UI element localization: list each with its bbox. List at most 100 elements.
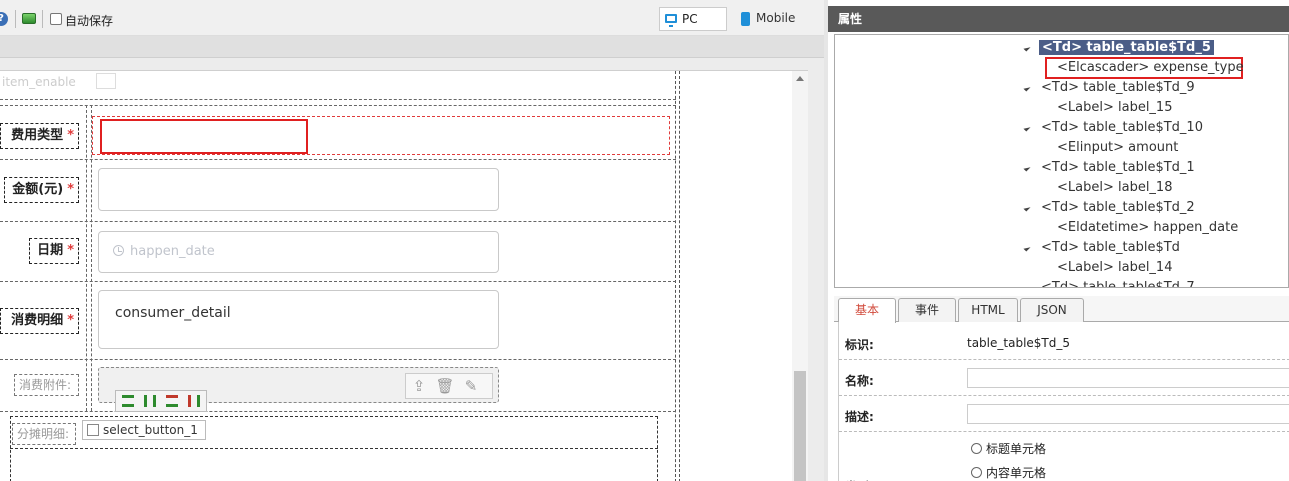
select-button[interactable]: select_button_1 xyxy=(82,420,206,440)
properties-header: 属性 xyxy=(828,6,1289,32)
prop-name-label: 名称: xyxy=(845,374,874,388)
field-label-expense-type: 费用类型 * xyxy=(0,123,79,149)
expand-arrow-icon[interactable] xyxy=(1023,284,1031,287)
panel-splitter[interactable] xyxy=(824,0,828,481)
tree-node-expense-type[interactable]: <Elcascader> expense_type xyxy=(1045,57,1244,79)
split-detail-label: 分摊明细: xyxy=(12,423,76,445)
tree-node-label: <Label> label_15 xyxy=(1057,100,1173,115)
tree-node-label: <Elinput> amount xyxy=(1057,140,1179,155)
tree-node-td7[interactable]: <Td> table_table$Td_7 xyxy=(1023,279,1195,288)
expand-arrow-icon[interactable] xyxy=(1023,204,1031,212)
preview-icon[interactable] xyxy=(22,13,36,24)
prop-name-input[interactable] xyxy=(967,368,1289,388)
prop-desc-input[interactable] xyxy=(967,404,1289,424)
tree-node-label: <Td> table_table$Td_5 xyxy=(1039,40,1214,55)
tree-node-td10[interactable]: <Td> table_table$Td_10 xyxy=(1023,119,1203,137)
row-divider xyxy=(0,281,676,282)
happen-date-picker[interactable]: happen_date xyxy=(98,231,499,273)
field-label-date: 日期 * xyxy=(29,238,79,264)
autosave-checkbox[interactable] xyxy=(50,13,62,25)
phone-icon[interactable] xyxy=(741,12,750,26)
column-divider xyxy=(86,105,87,411)
mobile-view-label[interactable]: Mobile xyxy=(756,11,795,25)
tree-node-happen-date[interactable]: <Eldatetime> happen_date xyxy=(1057,219,1238,237)
tree-node-label: <Td> table_table$Td_10 xyxy=(1041,120,1203,135)
radio-title-cell[interactable]: 标题单元格 xyxy=(971,440,1046,457)
monitor-icon xyxy=(665,14,677,27)
autosave-label: 自动保存 xyxy=(65,14,114,28)
tree-node-label: <Label> label_14 xyxy=(1057,260,1173,275)
tree-node-label18[interactable]: <Label> label_18 xyxy=(1057,179,1172,197)
tree-node-label: <Td> table_table$Td_7 xyxy=(1041,280,1195,288)
tree-node-label: <Td> table_table$Td_9 xyxy=(1041,80,1195,95)
prop-row-type: 类型 标题单元格 内容单元格 xyxy=(839,432,1289,481)
amount-input[interactable] xyxy=(98,168,499,211)
prop-row-name: 名称: xyxy=(839,360,1289,396)
scroll-up-arrow-icon[interactable] xyxy=(796,76,804,81)
align-justify-icon[interactable] xyxy=(188,395,200,407)
expense-type-cascader[interactable] xyxy=(100,119,308,154)
date-placeholder: happen_date xyxy=(130,244,215,259)
consumer-detail-textarea[interactable]: consumer_detail xyxy=(98,290,499,349)
radio-icon xyxy=(971,467,982,478)
pc-view-tab[interactable]: PC xyxy=(659,7,727,31)
select-button-label: select_button_1 xyxy=(103,423,198,437)
component-tree: <Td> table_table$Td_5 <Elcascader> expen… xyxy=(834,34,1289,288)
tree-node-td[interactable]: <Td> table_table$Td xyxy=(1023,239,1180,257)
tree-node-label14[interactable]: <Label> label_14 xyxy=(1057,259,1172,277)
align-center-icon[interactable] xyxy=(144,395,156,407)
prop-row-id: 标识: table_table$Td_5 xyxy=(839,322,1289,360)
field-label-consumer-detail: 消费明细 * xyxy=(0,308,79,334)
tree-node-label15[interactable]: <Label> label_15 xyxy=(1057,99,1172,117)
tab-events[interactable]: 事件 xyxy=(898,298,956,322)
tree-node-amount[interactable]: <Elinput> amount xyxy=(1057,139,1178,157)
clock-icon xyxy=(113,245,124,256)
field-label-amount: 金额(元) * xyxy=(4,177,79,203)
row-divider xyxy=(0,105,676,106)
tree-node-label: <Eldatetime> happen_date xyxy=(1057,220,1239,235)
row-divider xyxy=(0,359,676,360)
attachment-actions: ⇪ 🗑 ✎ xyxy=(405,373,493,399)
upload-icon[interactable]: ⇪ xyxy=(408,376,430,396)
expand-arrow-icon[interactable] xyxy=(1023,164,1031,172)
tab-html[interactable]: HTML xyxy=(958,298,1018,322)
expand-arrow-icon[interactable] xyxy=(1023,124,1031,132)
expand-arrow-icon[interactable] xyxy=(1023,84,1031,92)
tree-node-label: <Td> table_table$Td_1 xyxy=(1041,160,1195,175)
scroll-thumb[interactable] xyxy=(794,371,806,481)
property-table: 标识: table_table$Td_5 名称: 描述: 类型 标题单元格 内容… xyxy=(838,322,1289,481)
row-divider xyxy=(0,99,676,100)
expand-arrow-icon[interactable] xyxy=(1023,44,1031,52)
row-divider xyxy=(0,221,676,222)
tree-node-td2[interactable]: <Td> table_table$Td_2 xyxy=(1023,199,1195,217)
row-divider xyxy=(0,159,676,160)
property-tabs: 基本 事件 HTML JSON xyxy=(834,296,1289,323)
form-frame-inner xyxy=(675,71,676,481)
tree-node-label: <Td> table_table$Td_2 xyxy=(1041,200,1195,215)
pc-view-label: PC xyxy=(682,12,698,26)
tab-basic[interactable]: 基本 xyxy=(838,298,896,323)
align-left-icon[interactable] xyxy=(122,395,134,407)
edit-icon[interactable]: ✎ xyxy=(460,376,482,396)
tree-node-td5[interactable]: <Td> table_table$Td_5 xyxy=(1023,39,1214,57)
prop-desc-label: 描述: xyxy=(845,410,874,424)
prop-id-value: table_table$Td_5 xyxy=(967,336,1071,350)
tab-json[interactable]: JSON xyxy=(1020,298,1084,322)
help-icon[interactable]: ? xyxy=(0,12,8,26)
radio-title-cell-label: 标题单元格 xyxy=(986,442,1047,456)
tree-node-label: <Td> table_table$Td xyxy=(1041,240,1180,255)
row-divider xyxy=(0,411,676,412)
tree-node-td1[interactable]: <Td> table_table$Td_1 xyxy=(1023,159,1195,177)
align-right-icon[interactable] xyxy=(166,395,178,407)
toolbar: ? 自动保存 PC Mobile xyxy=(0,0,824,36)
expand-arrow-icon[interactable] xyxy=(1023,244,1031,252)
radio-content-cell[interactable]: 内容单元格 xyxy=(971,464,1046,481)
checkbox-icon xyxy=(87,424,99,436)
tree-node-td9[interactable]: <Td> table_table$Td_9 xyxy=(1023,79,1195,97)
tree-node-label: <Elcascader> expense_type xyxy=(1057,60,1244,75)
field-label-attachment: 消费附件: xyxy=(14,374,79,396)
delete-icon[interactable]: 🗑 xyxy=(434,376,456,396)
sub-toolbar xyxy=(0,36,824,58)
align-toolbar xyxy=(115,390,207,412)
design-canvas: item_enable 费用类型 * 金额(元) * 日期 * happen_date… xyxy=(0,70,808,481)
